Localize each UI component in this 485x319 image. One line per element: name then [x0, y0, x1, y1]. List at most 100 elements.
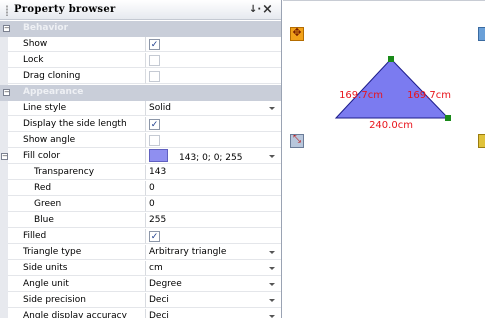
checkbox[interactable]	[149, 135, 160, 146]
property-value[interactable]: cm	[145, 261, 281, 276]
row-gutter	[0, 245, 8, 261]
row-gutter	[0, 229, 8, 245]
checkbox[interactable]: ✓	[149, 39, 160, 50]
dropdown-arrow-icon[interactable]	[269, 107, 275, 110]
property-value[interactable]: Arbitrary triangle	[145, 245, 281, 260]
pin-icon[interactable]: ↓·	[249, 4, 261, 15]
row-gutter	[0, 101, 8, 117]
property-value[interactable]: Deci	[145, 309, 281, 318]
row-gutter	[0, 309, 8, 318]
property-value[interactable]: 255	[145, 213, 281, 228]
row-gutter	[0, 181, 8, 197]
property-name: Angle unit	[8, 277, 145, 292]
dropdown-arrow-icon[interactable]	[269, 267, 275, 270]
property-row[interactable]: Lock	[0, 53, 281, 69]
property-row[interactable]: Side units cm	[0, 261, 281, 277]
property-value[interactable]: Deci	[145, 293, 281, 308]
property-row[interactable]: Display the side length ✓	[0, 117, 281, 133]
checkbox[interactable]: ✓	[149, 231, 160, 242]
dropdown-arrow-icon[interactable]	[269, 251, 275, 254]
property-value-text: Deci	[149, 295, 169, 305]
collapse-toggle-icon[interactable]: −	[1, 153, 8, 160]
property-row[interactable]: Angle display accuracy Deci	[0, 309, 281, 318]
property-name: Line style	[8, 101, 145, 116]
property-name: Side precision	[8, 293, 145, 308]
property-name: Fill color	[8, 149, 145, 164]
drawing-canvas[interactable]: ✥ ⤡ 169.7cm 169.7cm 240.0cm	[283, 0, 485, 318]
category-row[interactable]: − Behavior	[0, 21, 281, 37]
property-value[interactable]: Solid	[145, 101, 281, 116]
property-name: Side units	[8, 261, 145, 276]
category-row[interactable]: − Appearance	[0, 85, 281, 101]
property-value[interactable]	[145, 53, 281, 68]
property-value-text: 143; 0; 0; 255	[179, 153, 243, 163]
property-value-text: cm	[149, 263, 163, 273]
property-value[interactable]: 143; 0; 0; 255	[145, 149, 281, 164]
property-value[interactable]: ✓	[145, 229, 281, 244]
panel-title: Property browser	[14, 4, 116, 15]
row-gutter	[0, 277, 8, 293]
property-row[interactable]: Drag cloning	[0, 69, 281, 85]
property-value[interactable]: ✓	[145, 117, 281, 132]
property-row[interactable]: − Fill color 143; 0; 0; 255	[0, 149, 281, 165]
property-value-text: Solid	[149, 103, 171, 113]
property-value-text: Deci	[149, 311, 169, 318]
property-row[interactable]: Line style Solid	[0, 101, 281, 117]
color-swatch[interactable]	[149, 149, 168, 162]
dropdown-arrow-icon[interactable]	[269, 283, 275, 286]
property-name: Display the side length	[8, 117, 145, 132]
property-row[interactable]: Show angle	[0, 133, 281, 149]
property-value[interactable]	[145, 69, 281, 84]
row-gutter	[0, 133, 8, 149]
row-gutter	[0, 165, 8, 181]
property-name: Lock	[8, 53, 145, 68]
property-value[interactable]: 0	[145, 197, 281, 212]
property-row[interactable]: Triangle type Arbitrary triangle	[0, 245, 281, 261]
property-name: Show angle	[8, 133, 145, 148]
property-grid: − Behavior Show ✓ Lock Drag cloning − Appearanc…	[0, 21, 281, 318]
property-value-text: Arbitrary triangle	[149, 247, 227, 257]
property-value-text: 0	[149, 199, 155, 209]
property-browser-panel: Property browser ↓· × − Behavior Show ✓ Lock…	[0, 0, 282, 318]
property-value-text: 0	[149, 183, 155, 193]
property-row[interactable]: Show ✓	[0, 37, 281, 53]
triangle-vertex-handle[interactable]	[388, 56, 394, 62]
row-gutter	[0, 213, 8, 229]
property-row[interactable]: Blue 255	[0, 213, 281, 229]
property-name: Drag cloning	[8, 69, 145, 84]
property-row[interactable]: Transparency 143	[0, 165, 281, 181]
category-label: Behavior	[8, 21, 281, 36]
panel-title-bar: Property browser ↓· ×	[0, 0, 281, 20]
triangle-shape[interactable]	[334, 58, 450, 119]
property-value[interactable]: ✓	[145, 37, 281, 52]
property-row[interactable]: Green 0	[0, 197, 281, 213]
row-gutter	[0, 117, 8, 133]
checkbox[interactable]: ✓	[149, 119, 160, 130]
row-gutter	[0, 37, 8, 53]
dropdown-arrow-icon[interactable]	[269, 299, 275, 302]
property-value-text: 255	[149, 215, 167, 225]
checkbox[interactable]	[149, 71, 160, 82]
dropdown-arrow-icon[interactable]	[269, 155, 275, 158]
property-value[interactable]: 143	[145, 165, 281, 180]
property-name: Triangle type	[8, 245, 145, 260]
drag-grip-icon[interactable]	[6, 5, 8, 16]
property-row[interactable]: Side precision Deci	[0, 293, 281, 309]
property-value[interactable]: 0	[145, 181, 281, 196]
property-name: Filled	[8, 229, 145, 244]
side-length-left-label: 169.7cm	[339, 90, 383, 101]
triangle-vertex-handle[interactable]	[445, 115, 451, 121]
property-name: Show	[8, 37, 145, 52]
close-icon[interactable]: ×	[262, 2, 273, 17]
side-length-bottom-label: 240.0cm	[369, 120, 413, 131]
checkbox[interactable]	[149, 55, 160, 66]
property-row[interactable]: Filled ✓	[0, 229, 281, 245]
row-gutter	[0, 197, 8, 213]
property-value[interactable]: Degree	[145, 277, 281, 292]
property-value[interactable]	[145, 133, 281, 148]
row-gutter	[0, 69, 8, 85]
triangle-figure[interactable]: 169.7cm 169.7cm 240.0cm	[283, 1, 485, 319]
property-name: Green	[8, 197, 145, 212]
property-row[interactable]: Angle unit Degree	[0, 277, 281, 293]
property-row[interactable]: Red 0	[0, 181, 281, 197]
